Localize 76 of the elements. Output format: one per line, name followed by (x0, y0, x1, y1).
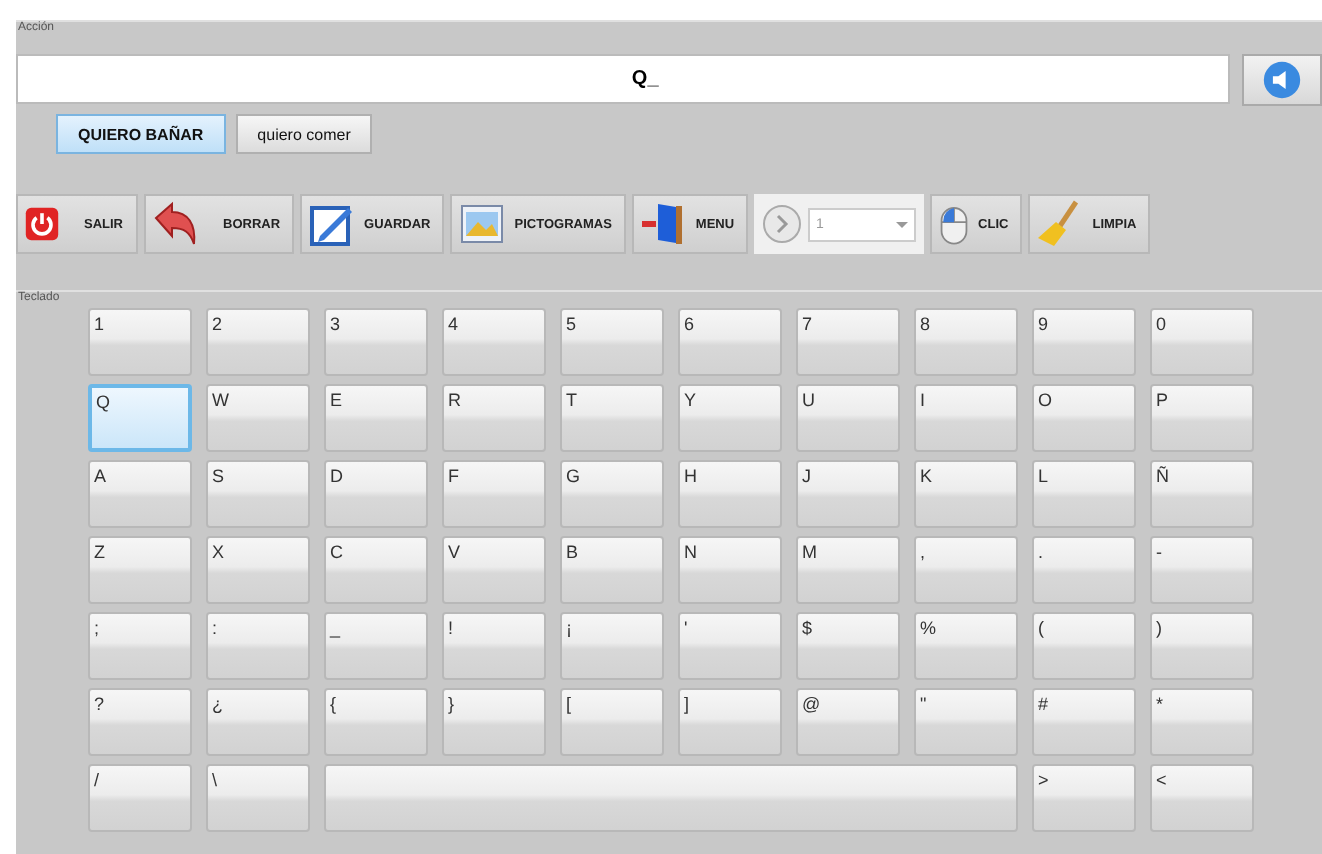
keyboard-key[interactable]: ¡ (560, 612, 664, 680)
keyboard-key[interactable]: : (206, 612, 310, 680)
keyboard-key[interactable]: $ (796, 612, 900, 680)
keyboard-key[interactable]: 6 (678, 308, 782, 376)
keyboard-key[interactable]: N (678, 536, 782, 604)
keyboard-key[interactable]: O (1032, 384, 1136, 452)
keyboard-key[interactable]: Q (88, 384, 192, 452)
keyboard-key[interactable]: K (914, 460, 1018, 528)
picture-icon (458, 200, 507, 248)
keyboard-key[interactable]: { (324, 688, 428, 756)
keyboard-key[interactable]: ? (88, 688, 192, 756)
caret-icon (896, 221, 909, 227)
keyboard-key[interactable]: * (1150, 688, 1254, 756)
speak-button[interactable] (1242, 54, 1322, 106)
keyboard-key[interactable]: ) (1150, 612, 1254, 680)
keyboard-key[interactable]: U (796, 384, 900, 452)
keyboard-key[interactable]: > (1032, 764, 1136, 832)
keyboard-key[interactable]: 5 (560, 308, 664, 376)
keyboard-key[interactable]: [ (560, 688, 664, 756)
keyboard-key[interactable]: 7 (796, 308, 900, 376)
keyboard-key[interactable]: \ (206, 764, 310, 832)
keyboard-key[interactable]: 3 (324, 308, 428, 376)
keyboard-key[interactable]: 2 (206, 308, 310, 376)
power-icon (24, 206, 60, 242)
keyboard-key[interactable]: < (1150, 764, 1254, 832)
keyboard-key[interactable]: ( (1032, 612, 1136, 680)
keyboard-key[interactable]: Y (678, 384, 782, 452)
keyboard-key[interactable]: " (914, 688, 1018, 756)
keyboard-key[interactable]: G (560, 460, 664, 528)
keyboard-key[interactable]: W (206, 384, 310, 452)
keyboard-key[interactable]: ; (88, 612, 192, 680)
keyboard-key[interactable]: L (1032, 460, 1136, 528)
keyboard-key[interactable]: ! (442, 612, 546, 680)
keyboard-key[interactable]: ] (678, 688, 782, 756)
keyboard-key[interactable]: A (88, 460, 192, 528)
keyboard-key[interactable]: P (1150, 384, 1254, 452)
keyboard-key[interactable]: - (1150, 536, 1254, 604)
keyboard-key[interactable]: 9 (1032, 308, 1136, 376)
keyboard-key[interactable]: I (914, 384, 1018, 452)
keyboard-key[interactable]: # (1032, 688, 1136, 756)
keyboard-key[interactable]: E (324, 384, 428, 452)
keyboard-key[interactable]: 0 (1150, 308, 1254, 376)
keyboard-key[interactable]: ¿ (206, 688, 310, 756)
keyboard-key[interactable]: C (324, 536, 428, 604)
keyboard-key[interactable]: ' (678, 612, 782, 680)
space-key[interactable] (324, 764, 1018, 832)
keyboard-key[interactable]: F (442, 460, 546, 528)
door-icon (639, 200, 688, 248)
phrase-button[interactable]: QUIERO BAÑAR (56, 114, 226, 154)
keyboard-key[interactable]: S (206, 460, 310, 528)
keyboard-key[interactable]: 8 (914, 308, 1018, 376)
keyboard-key[interactable]: } (442, 688, 546, 756)
keyboard-key[interactable]: 1 (88, 308, 192, 376)
keyboard-key[interactable]: V (442, 536, 546, 604)
keyboard-key[interactable]: Z (88, 536, 192, 604)
edit-icon (308, 200, 357, 248)
keyboard-key[interactable]: X (206, 536, 310, 604)
keyboard-key[interactable]: . (1032, 536, 1136, 604)
keyboard-key[interactable]: % (914, 612, 1018, 680)
keyboard-key[interactable]: @ (796, 688, 900, 756)
keyboard-key[interactable]: 4 (442, 308, 546, 376)
undo-icon (151, 200, 199, 248)
keyboard-key[interactable]: J (796, 460, 900, 528)
phrase-button[interactable]: quiero comer (235, 114, 373, 154)
keyboard-key[interactable]: D (324, 460, 428, 528)
keyboard-key[interactable]: B (560, 536, 664, 604)
keyboard-key[interactable]: H (678, 460, 782, 528)
keyboard-key[interactable]: T (560, 384, 664, 452)
keyboard-key[interactable]: M (796, 536, 900, 604)
keyboard-key[interactable]: R (442, 384, 546, 452)
keyboard-key[interactable]: Ñ (1150, 460, 1254, 528)
keyboard-key[interactable]: _ (324, 612, 428, 680)
message-field[interactable]: Q_ (16, 54, 1231, 104)
speaker-icon (1262, 60, 1303, 100)
keyboard-key[interactable]: / (88, 764, 192, 832)
keyboard-key[interactable]: , (914, 536, 1018, 604)
